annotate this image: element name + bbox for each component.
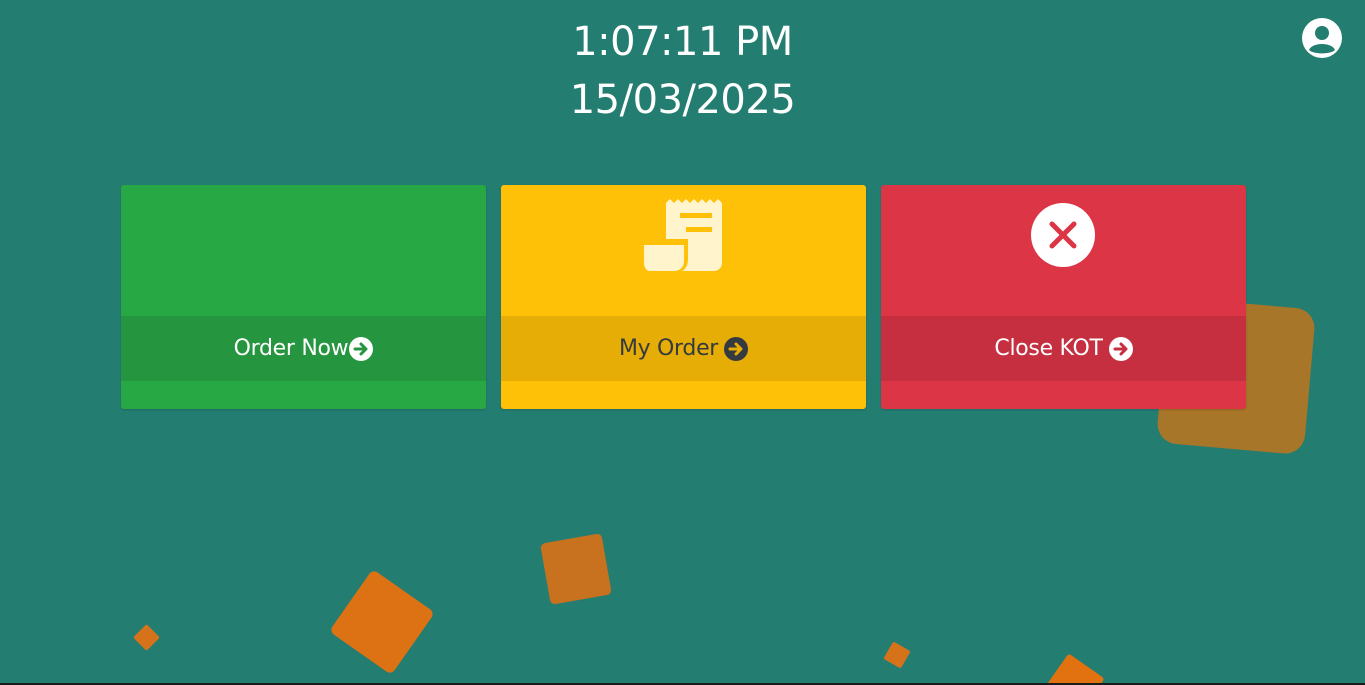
arrow-circle-right-icon bbox=[349, 336, 374, 361]
my-order-label: My Order bbox=[618, 336, 719, 361]
decorative-square bbox=[540, 533, 612, 605]
current-time: 1:07:11 PM bbox=[572, 19, 793, 65]
user-circle-icon bbox=[1302, 18, 1342, 58]
clock-display: 1:07:11 PM 15/03/2025 bbox=[0, 22, 1365, 120]
order-now-card[interactable]: Order Now bbox=[121, 185, 486, 409]
app-screen: 1:07:11 PM 15/03/2025 Order Now My Order bbox=[0, 0, 1365, 685]
arrow-circle-right-icon bbox=[1108, 336, 1133, 361]
arrow-circle-right-icon bbox=[724, 336, 749, 361]
close-circle-icon bbox=[1031, 203, 1095, 267]
decorative-square bbox=[329, 569, 435, 675]
user-profile-button[interactable] bbox=[1302, 18, 1342, 58]
receipt-icon bbox=[644, 199, 722, 271]
decorative-square bbox=[1043, 653, 1105, 685]
current-date: 15/03/2025 bbox=[569, 77, 796, 123]
card-footer[interactable]: My Order bbox=[501, 316, 866, 381]
decorative-square bbox=[883, 641, 911, 669]
order-now-label: Order Now bbox=[233, 336, 349, 361]
close-kot-label: Close KOT bbox=[994, 336, 1103, 361]
decorative-square bbox=[133, 624, 160, 651]
card-footer[interactable]: Order Now bbox=[121, 316, 486, 381]
card-footer[interactable]: Close KOT bbox=[881, 316, 1246, 381]
card-icon-area bbox=[121, 185, 486, 316]
